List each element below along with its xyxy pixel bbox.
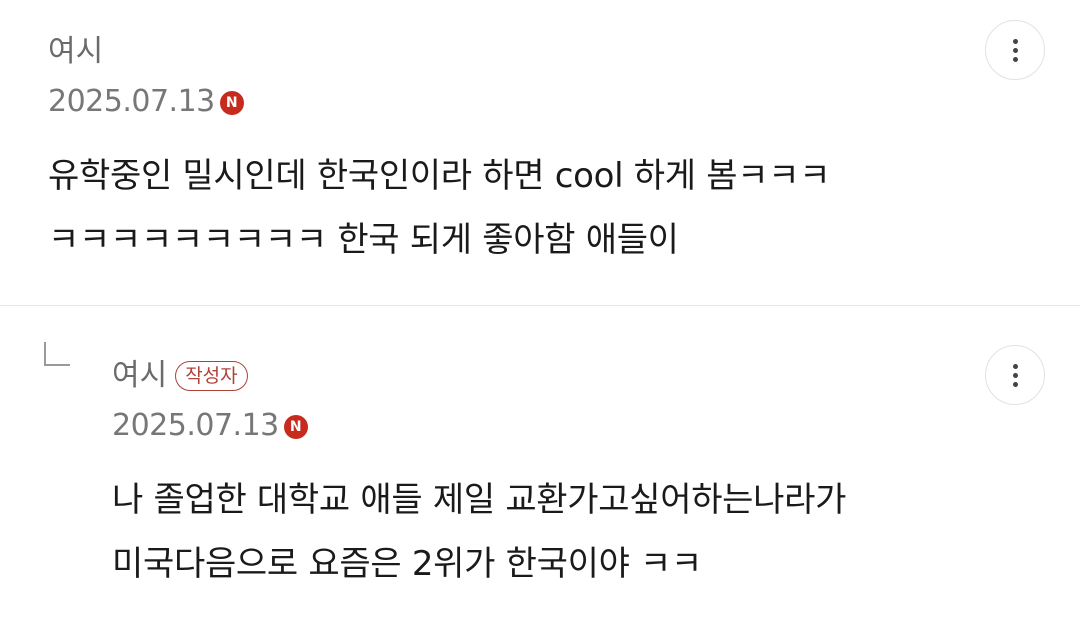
comment-body: 유학중인 밀시인데 한국인이라 하면 cool 하게 봄ㅋㅋㅋ ㅋㅋㅋㅋㅋㅋㅋㅋ… bbox=[48, 144, 830, 272]
comment-author[interactable]: 여시 bbox=[48, 34, 103, 70]
more-vertical-icon bbox=[1012, 38, 1018, 62]
reply-body: 나 졸업한 대학교 애들 제일 교환가고싶어하는나라가 미국다음으로 요즘은 2… bbox=[112, 468, 846, 596]
reply-body-line: 미국다음으로 요즘은 2위가 한국이야 ㅋㅋ bbox=[112, 544, 703, 584]
comment: 여시 2025.07.13 N 유학중인 밀시인데 한국인이라 하면 cool … bbox=[0, 0, 1080, 305]
new-badge: N bbox=[283, 415, 308, 439]
reply-body-line: 나 졸업한 대학교 애들 제일 교환가고싶어하는나라가 bbox=[112, 480, 847, 520]
reply-date-row: 2025.07.13 N bbox=[112, 408, 308, 444]
reply-comment: 여시 작성자 2025.07.13 N 나 졸업한 대학교 애들 제일 교환가고… bbox=[0, 306, 1080, 629]
more-options-button[interactable] bbox=[985, 20, 1045, 80]
comment-body-line: ㅋㅋㅋㅋㅋㅋㅋㅋㅋ 한국 되게 좋아함 애들이 bbox=[48, 220, 679, 260]
more-options-button[interactable] bbox=[985, 345, 1045, 405]
reply-date: 2025.07.13 bbox=[112, 408, 279, 443]
comment-date: 2025.07.13 bbox=[48, 84, 215, 119]
writer-badge: 작성자 bbox=[175, 361, 248, 391]
new-badge: N bbox=[219, 91, 244, 115]
comment-date-row: 2025.07.13 N bbox=[48, 84, 244, 120]
reply-author[interactable]: 여시 bbox=[112, 358, 167, 394]
reply-arrow-icon bbox=[44, 342, 70, 366]
comment-body-line: 유학중인 밀시인데 한국인이라 하면 cool 하게 봄ㅋㅋㅋ bbox=[48, 156, 831, 196]
more-vertical-icon bbox=[1012, 363, 1018, 387]
reply-author-row: 여시 작성자 bbox=[112, 358, 248, 394]
